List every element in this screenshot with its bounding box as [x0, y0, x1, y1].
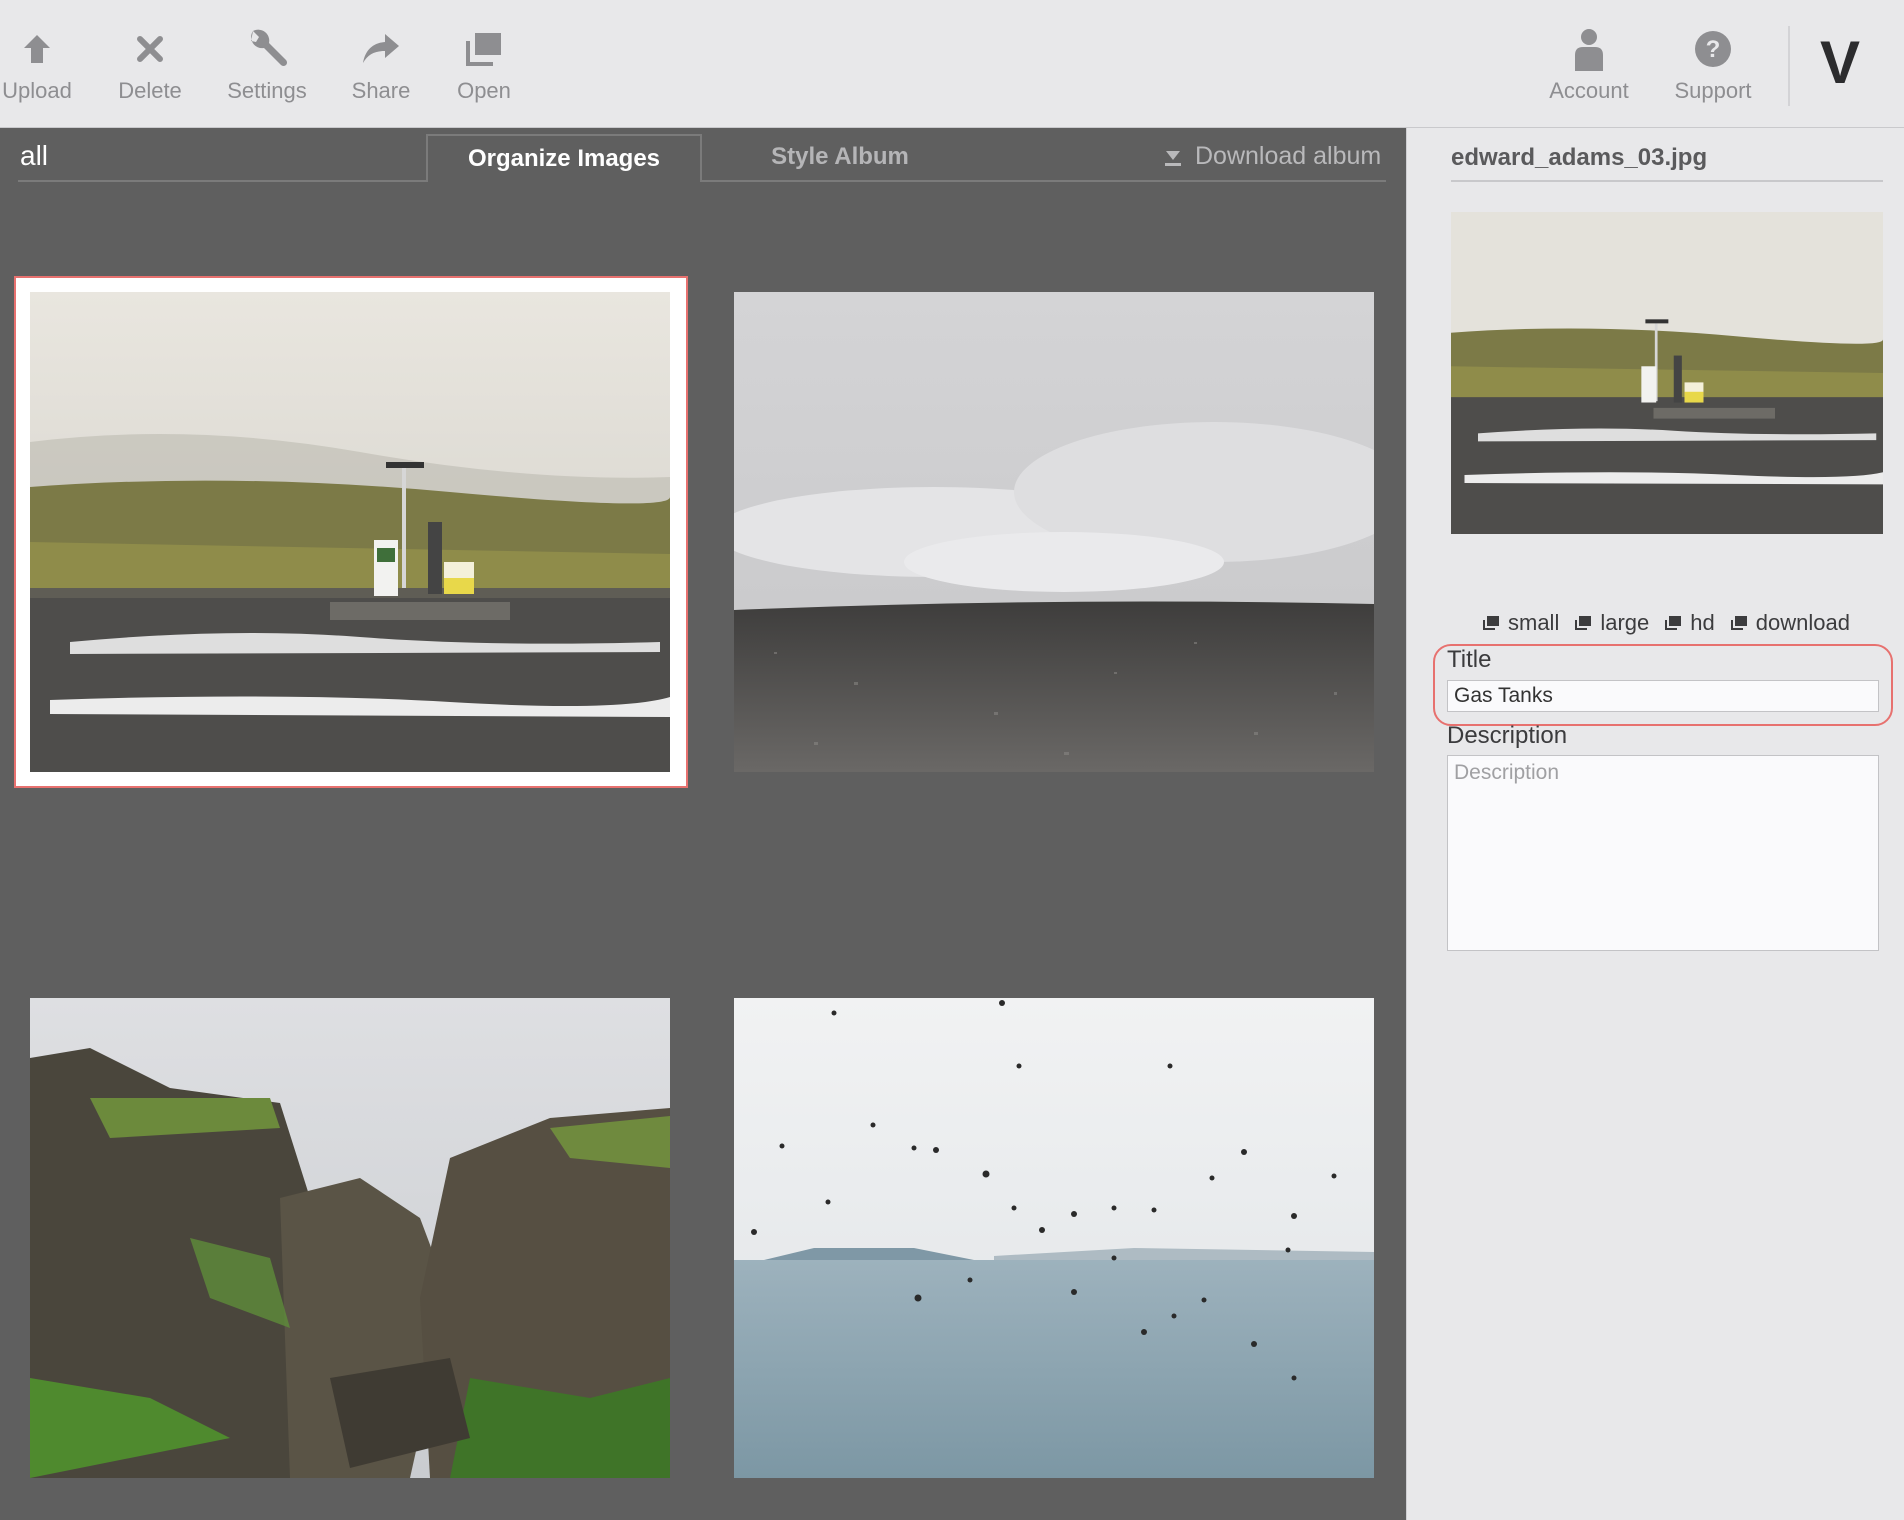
image-filename: edward_adams_03.jpg [1451, 144, 1708, 171]
delete-button[interactable]: Delete [114, 24, 186, 104]
stacked-windows-icon [456, 24, 512, 74]
user-icon [1546, 24, 1632, 74]
brand-logo[interactable]: V [1820, 28, 1860, 97]
image-thumbnail-cliffs[interactable] [30, 998, 670, 1478]
support-button[interactable]: ? Support [1670, 24, 1756, 104]
image-size-icon [1665, 616, 1682, 630]
size-label-small: small [1508, 610, 1560, 635]
image-thumbnail-gas-station[interactable] [30, 292, 670, 772]
open-label: Open [457, 78, 511, 103]
image-size-icon [1483, 616, 1499, 630]
size-link-hd[interactable]: hd [1665, 610, 1715, 636]
settings-button[interactable]: Settings [224, 24, 310, 104]
upload-button[interactable]: Upload [0, 24, 74, 104]
settings-label: Settings [227, 78, 307, 103]
album-name-underline [18, 180, 426, 182]
share-button[interactable]: Share [348, 24, 414, 104]
upload-arrow-icon [0, 24, 74, 74]
question-circle-icon: ? [1670, 24, 1756, 74]
toolbar-divider [1788, 26, 1790, 106]
download-album-button[interactable]: Download album [1163, 142, 1381, 171]
image-thumbnail-birds-sea[interactable] [734, 998, 1374, 1478]
wrench-icon [224, 24, 310, 74]
account-button[interactable]: Account [1546, 24, 1632, 104]
image-inspector: edward_adams_03.jpg small large hd downl… [1406, 128, 1904, 1520]
image-thumbnail-gravel-plain[interactable] [734, 292, 1374, 772]
support-label: Support [1674, 78, 1752, 103]
album-panel: all Organize Images Style Album Download… [0, 128, 1422, 1520]
size-links: small large hd download [1483, 610, 1850, 636]
description-label: Description [1447, 722, 1568, 749]
top-toolbar: Upload Delete Settings Share Open Accoun… [0, 0, 1904, 128]
size-label-large: large [1600, 610, 1650, 635]
share-label: Share [351, 78, 411, 103]
size-label-hd: hd [1690, 610, 1715, 635]
share-arrow-icon [348, 24, 414, 74]
delete-label: Delete [118, 78, 182, 103]
size-label-download: download [1755, 610, 1850, 635]
description-textarea[interactable] [1447, 755, 1879, 951]
title-label: Title [1447, 646, 1492, 673]
account-label: Account [1549, 78, 1629, 103]
download-album-label: Download album [1195, 142, 1382, 170]
close-x-icon [114, 24, 186, 74]
image-size-icon [1730, 616, 1747, 630]
size-link-large[interactable]: large [1575, 610, 1649, 636]
tab-organize-images[interactable]: Organize Images [426, 134, 702, 182]
size-link-download[interactable]: download [1730, 610, 1850, 636]
upload-label: Upload [2, 78, 72, 103]
album-name[interactable]: all [20, 140, 48, 172]
filename-underline [1451, 180, 1883, 182]
image-size-icon [1575, 616, 1592, 630]
tab-style-album[interactable]: Style Album [702, 134, 978, 182]
svg-text:?: ? [1706, 36, 1721, 63]
open-button[interactable]: Open [456, 24, 512, 104]
download-arrow-icon [1165, 150, 1181, 166]
image-preview [1451, 212, 1883, 534]
tabs-underline [978, 180, 1386, 182]
title-input[interactable] [1447, 680, 1879, 712]
size-link-small[interactable]: small [1483, 610, 1559, 636]
